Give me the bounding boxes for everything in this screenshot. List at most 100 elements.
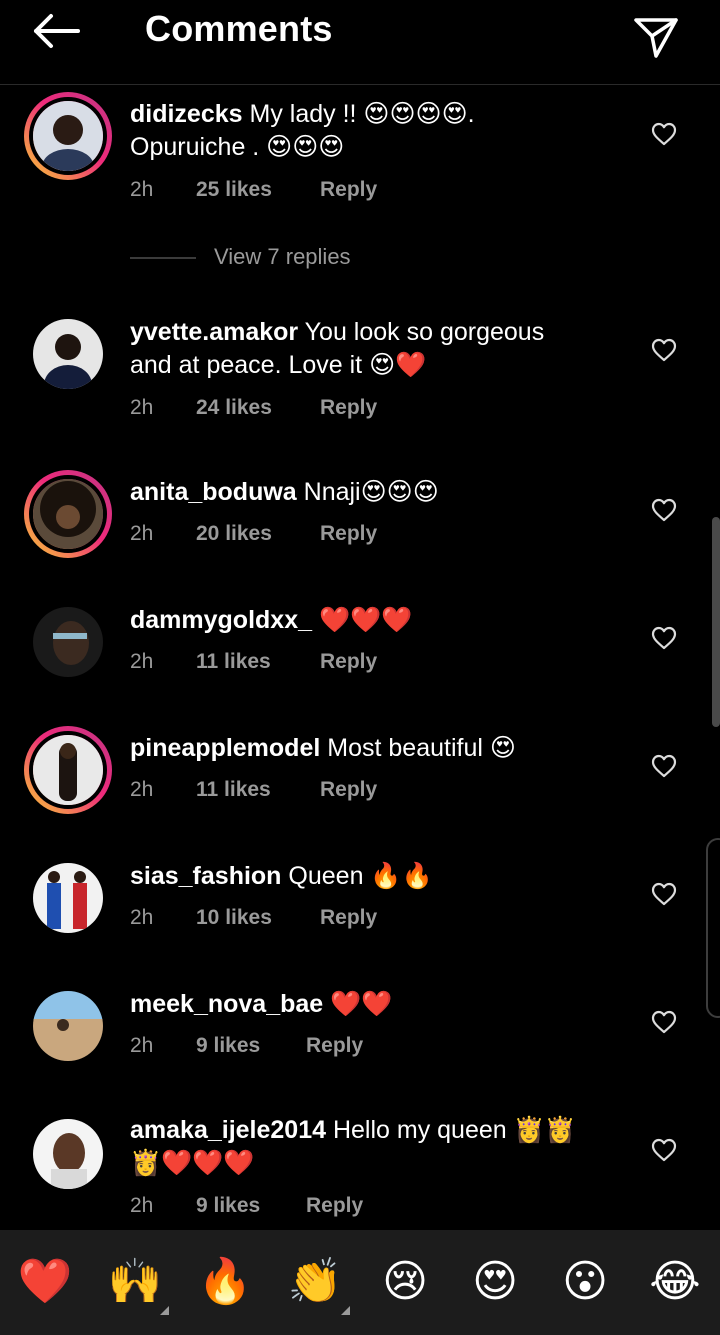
avatar [33,607,103,677]
comment-text: didizecks My lady !! 😍😍😍😍. Opuruiche . 😍… [130,100,475,161]
comment-text: dammygoldxx_ ❤️❤️❤️ [130,606,413,634]
like-button[interactable] [651,498,677,522]
comment-time: 2h [130,1194,154,1217]
comment-text: yvette.amakor You look so gorgeous and a… [130,318,545,379]
comment-item: pineapplemodel Most beautiful 😍 2h 11 li… [0,726,720,826]
likes-count[interactable]: 9 likes [196,1034,260,1058]
comment-time: 2h [130,522,154,545]
emoji-heart-eyes-button[interactable]: 😍 [465,1252,525,1312]
view-replies-label: View 7 replies [214,244,351,269]
edge-panel-handle[interactable] [706,838,720,1018]
comment-time: 2h [130,178,154,201]
heart-outline-icon [651,882,677,906]
reply-button[interactable]: Reply [320,778,377,802]
username[interactable]: sias_fashion [130,862,281,890]
comment-time: 2h [130,778,154,801]
avatar-wrap[interactable] [24,310,112,398]
scrollbar[interactable] [712,517,720,727]
comment-item: didizecks My lady !! 😍😍😍😍. Opuruiche . 😍… [0,92,720,222]
share-button[interactable] [632,14,680,60]
likes-count[interactable]: 11 likes [196,650,271,674]
like-button[interactable] [651,754,677,778]
like-button[interactable] [651,882,677,906]
comment-item: meek_nova_bae ❤️❤️ 2h 9 likes Reply [0,982,720,1082]
avatar-story-ring[interactable] [24,470,112,558]
comment-item: anita_boduwa Nnaji😍😍😍 2h 20 likes Reply [0,470,720,570]
comment-item: dammygoldxx_ ❤️❤️❤️ 2h 11 likes Reply [0,598,720,698]
replies-divider [130,257,196,259]
likes-count[interactable]: 11 likes [196,778,271,802]
username[interactable]: dammygoldxx_ [130,606,312,634]
comment-text: amaka_ijele2014 Hello my queen 👸👸 👸❤️❤️❤… [130,1116,576,1177]
avatar [33,863,103,933]
comment-time: 2h [130,1034,154,1057]
reply-button[interactable]: Reply [306,1034,363,1058]
avatar-wrap[interactable] [24,854,112,942]
username[interactable]: didizecks [130,100,243,128]
reply-button[interactable]: Reply [320,178,377,202]
heart-outline-icon [651,626,677,650]
back-arrow-icon [34,14,80,48]
heart-outline-icon [651,338,677,362]
comment-text: sias_fashion Queen 🔥🔥 [130,862,433,890]
reply-button[interactable]: Reply [320,906,377,930]
heart-outline-icon [651,1010,677,1034]
avatar [29,731,107,809]
comment-time: 2h [130,396,154,419]
reply-button[interactable]: Reply [320,522,377,546]
likes-count[interactable]: 10 likes [196,906,272,930]
comment-text: meek_nova_bae ❤️❤️ [130,990,393,1018]
emoji-laughing-button[interactable]: 😂 [645,1252,705,1312]
username[interactable]: meek_nova_bae [130,990,323,1018]
comments-header: Comments [0,0,720,85]
skin-tone-indicator [341,1306,350,1315]
reply-button[interactable]: Reply [320,396,377,420]
reply-button[interactable]: Reply [306,1194,363,1218]
avatar-wrap[interactable] [24,598,112,686]
emoji-fire-button[interactable]: 🔥 [195,1252,255,1312]
comment-item: yvette.amakor You look so gorgeous and a… [0,310,720,430]
send-paper-plane-icon [634,18,678,58]
skin-tone-indicator [160,1306,169,1315]
likes-count[interactable]: 25 likes [196,178,272,202]
avatar [29,97,107,175]
comment-text: pineapplemodel Most beautiful 😍 [130,734,516,762]
like-button[interactable] [651,1010,677,1034]
likes-count[interactable]: 20 likes [196,522,272,546]
page-title: Comments [145,8,333,49]
emoji-crying-button[interactable]: 😢 [375,1252,435,1312]
avatar [33,319,103,389]
emoji-clap-button[interactable]: 👏 [285,1252,345,1312]
like-button[interactable] [651,626,677,650]
heart-outline-icon [651,498,677,522]
avatar-wrap[interactable] [24,982,112,1070]
emoji-surprised-button[interactable]: 😮 [555,1252,615,1312]
reply-button[interactable]: Reply [320,650,377,674]
comment-time: 2h [130,906,154,929]
username[interactable]: yvette.amakor [130,318,298,346]
view-replies-button[interactable]: View 7 replies [130,244,430,274]
avatar-story-ring[interactable] [24,726,112,814]
heart-outline-icon [651,122,677,146]
comment-item: sias_fashion Queen 🔥🔥 2h 10 likes Reply [0,854,720,954]
username[interactable]: anita_boduwa [130,478,297,506]
likes-count[interactable]: 24 likes [196,396,272,420]
like-button[interactable] [651,1138,677,1162]
avatar-story-ring[interactable] [24,92,112,180]
username[interactable]: amaka_ijele2014 [130,1116,326,1144]
like-button[interactable] [651,122,677,146]
likes-count[interactable]: 9 likes [196,1194,260,1218]
emoji-heart-button[interactable]: ❤️ [15,1252,75,1312]
like-button[interactable] [651,338,677,362]
comment-item: amaka_ijele2014 Hello my queen 👸👸 👸❤️❤️❤… [0,1110,720,1225]
back-button[interactable] [30,12,82,52]
avatar-wrap[interactable] [24,1110,112,1198]
quick-emoji-bar: ❤️ 🙌 🔥 👏 😢 😍 😮 😂 [0,1230,720,1335]
avatar [29,475,107,553]
emoji-raised-hands-button[interactable]: 🙌 [105,1252,165,1312]
heart-outline-icon [651,1138,677,1162]
comment-time: 2h [130,650,154,673]
comment-text: anita_boduwa Nnaji😍😍😍 [130,478,439,506]
avatar [33,1119,103,1189]
username[interactable]: pineapplemodel [130,734,320,762]
